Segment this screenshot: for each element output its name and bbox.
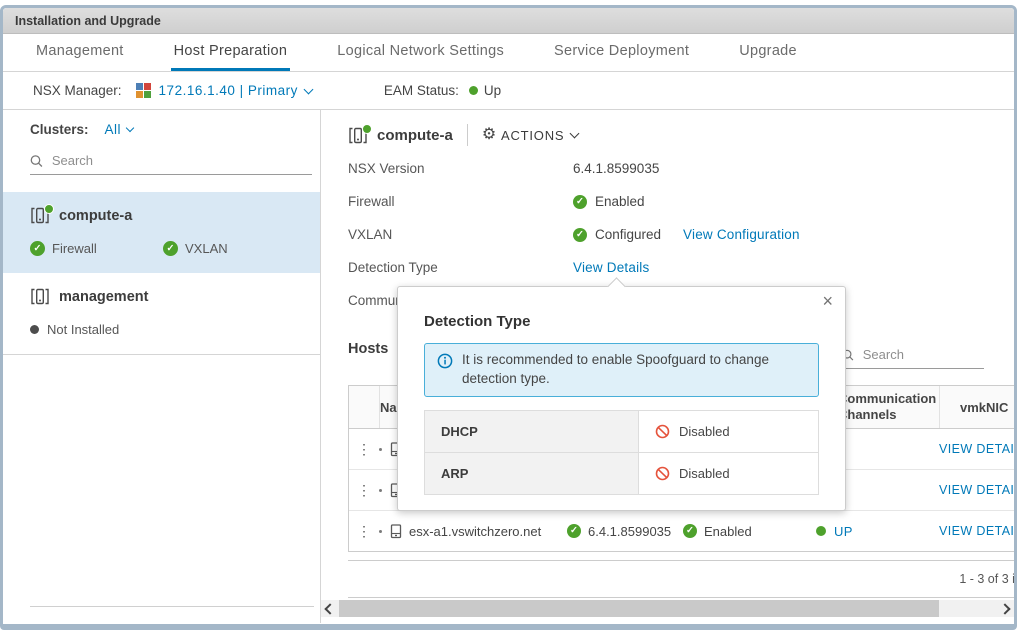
status-ok-icon: ✓ [163, 241, 178, 256]
scrollbar-track[interactable] [939, 600, 996, 617]
chevron-right-icon [999, 603, 1010, 614]
gear-icon: ⚙ [482, 127, 497, 143]
status-ok-icon: ✓ [573, 195, 587, 209]
clusters-label: Clusters: [30, 122, 89, 137]
info-icon [437, 353, 453, 369]
detail-row-firewall: Firewall ✓Enabled [348, 185, 1014, 218]
cluster-name: compute-a [59, 208, 132, 224]
cluster-detail-title: compute-a [377, 127, 453, 144]
host-table-row[interactable]: ⋮ esx-a1.vswitchzero.net ✓6.4.1.8599035 … [349, 511, 1014, 551]
hosts-search [842, 346, 984, 369]
row-menu-icon[interactable]: ⋮ [357, 442, 371, 456]
tab-bar: Management Host Preparation Logical Netw… [3, 34, 1014, 72]
status-not-installed-dot [30, 325, 39, 334]
detail-row-nsx-version: NSX Version 6.4.1.8599035 [348, 152, 1014, 185]
scroll-right-button[interactable] [996, 600, 1014, 617]
cluster-search-input[interactable] [50, 152, 312, 169]
cluster-item-compute-a[interactable]: compute-a ✓ Firewall ✓ VXLAN [3, 192, 320, 273]
chevron-down-icon [126, 124, 134, 132]
host-icon [390, 524, 402, 539]
status-ok-icon: ✓ [683, 524, 697, 538]
detection-type-table: DHCP Disabled ARP Disabled [424, 410, 819, 495]
cluster-icon [30, 207, 50, 224]
sidebar-bottom-divider [30, 606, 314, 607]
row-expand-dot [379, 448, 382, 451]
detection-row-dhcp: DHCP Disabled [425, 411, 818, 452]
cluster-search [30, 152, 312, 175]
view-details-link[interactable]: VIEW DETAILS [939, 524, 1014, 538]
detail-row-vxlan: VXLAN ✓ConfiguredView Configuration [348, 218, 1014, 251]
status-ok-icon: ✓ [573, 228, 587, 242]
status-label: Firewall [52, 241, 97, 256]
clusters-filter-row: Clusters: All [30, 122, 320, 137]
detail-row-detection-type: Detection Type View Details [348, 251, 1014, 284]
cluster-ok-dot [362, 124, 372, 134]
tab-upgrade[interactable]: Upgrade [736, 34, 800, 71]
chevron-left-icon [324, 603, 335, 614]
cluster-item-management[interactable]: management Not Installed [3, 273, 320, 354]
scrollbar-thumb[interactable] [339, 600, 939, 617]
nsx-manager-bar: NSX Manager: 172.16.1.40 | Primary EAM S… [3, 72, 1014, 110]
view-configuration-link[interactable]: View Configuration [683, 227, 800, 242]
cluster-ok-dot [44, 204, 54, 214]
cluster-list: compute-a ✓ Firewall ✓ VXLAN management [3, 192, 320, 355]
window-titlebar: Installation and Upgrade [3, 8, 1014, 34]
nsx-manager-label: NSX Manager: [33, 83, 122, 98]
scroll-left-button[interactable] [321, 600, 339, 617]
row-menu-icon[interactable]: ⋮ [357, 483, 371, 497]
view-details-link[interactable]: View Details [573, 260, 649, 275]
window-title: Installation and Upgrade [15, 14, 161, 28]
chevron-down-icon [303, 84, 313, 94]
cluster-icon [348, 127, 368, 144]
disabled-ban-icon [655, 424, 670, 439]
tab-service-deployment[interactable]: Service Deployment [551, 34, 692, 71]
tab-host-preparation[interactable]: Host Preparation [171, 34, 291, 71]
hosts-search-input[interactable] [861, 346, 984, 363]
actions-menu-button[interactable]: ⚙ ACTIONS [482, 127, 579, 143]
tab-management[interactable]: Management [33, 34, 127, 71]
view-details-link[interactable]: VIEW DETAILS [939, 442, 1014, 456]
status-ok-icon: ✓ [30, 241, 45, 256]
column-header-vmknic[interactable]: vmkNIC [939, 386, 1014, 428]
cluster-detail-header: compute-a ⚙ ACTIONS [348, 122, 1014, 148]
nsx-manager-dropdown[interactable]: 172.16.1.40 | Primary [159, 83, 312, 98]
clusters-filter-dropdown[interactable]: All [105, 122, 134, 137]
status-ok-icon: ✓ [567, 524, 581, 538]
tab-logical-network-settings[interactable]: Logical Network Settings [334, 34, 507, 71]
nsx-manager-icon [136, 83, 151, 98]
status-label: Not Installed [47, 322, 119, 337]
cluster-name: management [59, 289, 148, 305]
clusters-sidebar: Clusters: All compute-a [3, 110, 321, 623]
popup-title: Detection Type [424, 313, 819, 330]
status-label: VXLAN [185, 241, 228, 256]
row-menu-icon[interactable]: ⋮ [357, 524, 371, 538]
eam-status-label: EAM Status: [384, 83, 459, 98]
channel-up-dot [816, 526, 826, 536]
eam-status-value: Up [484, 83, 501, 98]
view-details-link[interactable]: VIEW DETAILS [939, 483, 1014, 497]
disabled-ban-icon [655, 466, 670, 481]
row-expand-dot [379, 489, 382, 492]
pagination-label: 1 - 3 of 3 items [959, 572, 1014, 586]
search-icon [30, 154, 43, 168]
detection-type-popup: × Detection Type It is recommended to en… [397, 286, 846, 511]
horizontal-scrollbar[interactable] [321, 600, 1014, 617]
popup-info-banner: It is recommended to enable Spoofguard t… [424, 343, 819, 397]
eam-status-up-dot [469, 86, 478, 95]
detection-row-arp: ARP Disabled [425, 452, 818, 494]
divider [467, 124, 468, 146]
close-icon[interactable]: × [822, 292, 833, 310]
cluster-icon [30, 288, 50, 305]
row-expand-dot [379, 530, 382, 533]
chevron-down-icon [570, 129, 580, 139]
hosts-table-footer: 1 - 3 of 3 items [348, 560, 1014, 598]
popup-info-text: It is recommended to enable Spoofguard t… [462, 351, 806, 389]
host-name: esx-a1.vswitchzero.net [409, 524, 541, 539]
column-header-menu [349, 386, 379, 428]
